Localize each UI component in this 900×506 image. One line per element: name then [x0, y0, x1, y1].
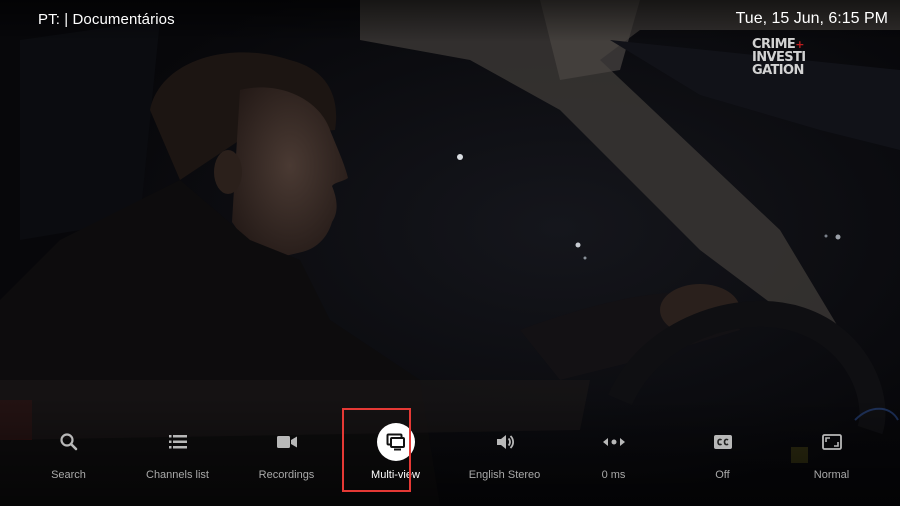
video-camera-icon	[269, 424, 305, 460]
date-time: Tue, 15 Jun, 6:15 PM	[735, 10, 888, 27]
menu-item-label: Off	[715, 469, 730, 481]
menu-item-label: Channels list	[146, 469, 209, 481]
closed-captions-icon	[705, 424, 741, 460]
menu-item-recordings[interactable]: Recordings	[232, 408, 341, 496]
menu-item-label: 0 ms	[601, 469, 626, 481]
menu-item-channels-list[interactable]: Channels list	[123, 408, 232, 496]
list-icon	[160, 424, 196, 460]
player-screen: PT: | Documentários Tue, 15 Jun, 6:15 PM…	[0, 0, 900, 506]
channel-title: PT: | Documentários	[38, 11, 175, 28]
channel-logo: CRIME+ INVESTI GATION	[752, 38, 822, 77]
speaker-icon	[487, 424, 523, 460]
multi-view-icon	[376, 423, 415, 461]
menu-item-label: Normal	[813, 469, 850, 481]
audio-delay-icon	[596, 424, 632, 460]
channel-logo-line3: GATION	[752, 63, 804, 78]
menu-item-label: Multi-view	[371, 469, 420, 481]
menu-item-aspect-ratio[interactable]: Normal	[777, 408, 886, 496]
search-icon	[51, 424, 87, 460]
menu-item-label: English Stereo	[468, 469, 541, 481]
menu-item-subtitles[interactable]: Off	[668, 408, 777, 496]
menu-item-label: Search	[51, 469, 86, 481]
player-menu: Search Channels list Recordings Multi-vi…	[14, 408, 886, 496]
menu-item-multi-view[interactable]: Multi-view	[341, 408, 450, 496]
menu-item-audio-track[interactable]: English Stereo	[450, 408, 559, 496]
menu-item-label: Recordings	[258, 469, 315, 481]
menu-item-audio-delay[interactable]: 0 ms	[559, 408, 668, 496]
menu-item-search[interactable]: Search	[14, 408, 123, 496]
aspect-ratio-icon	[814, 424, 850, 460]
